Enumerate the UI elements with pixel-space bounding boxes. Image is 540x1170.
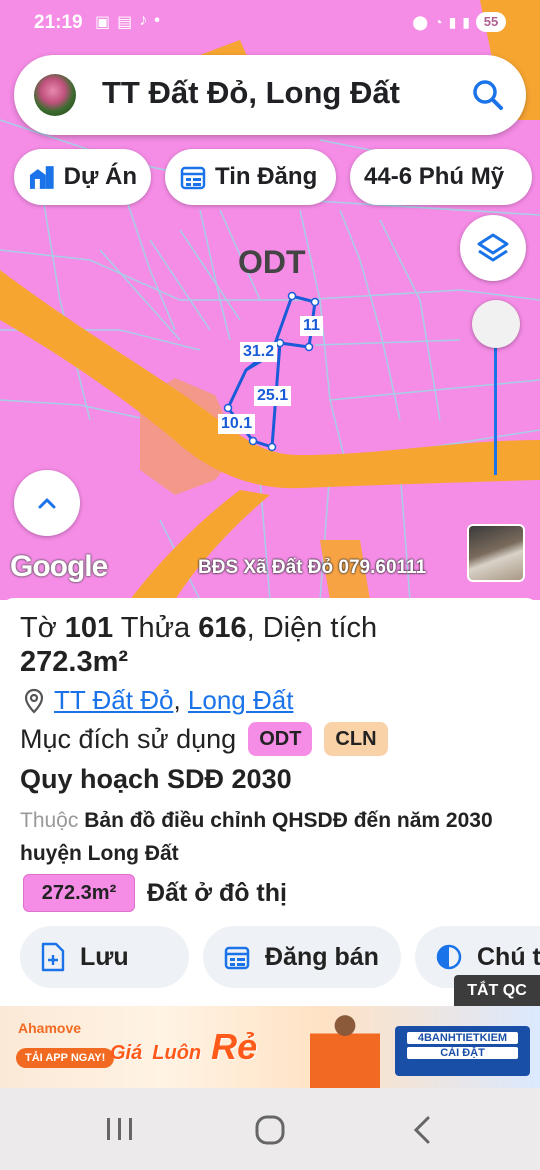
parcel-label: Thửa: [120, 612, 191, 644]
plan-legend: 272.3m² Đất ở đô thị: [23, 874, 287, 912]
plan-text: Bản đồ điều chỉnh QHSDĐ đến năm 2030 huy…: [20, 809, 493, 865]
recent-apps-icon[interactable]: [107, 1118, 132, 1140]
post-sale-button[interactable]: Đăng bán: [203, 926, 401, 988]
system-nav-bar: [0, 1088, 540, 1170]
ad-headline: Giá Luôn Rẻ: [110, 1026, 257, 1068]
plan-title: Quy hoạch SDĐ 2030: [20, 764, 292, 794]
chip-label: 44-6 Phú Mỹ: [364, 163, 505, 190]
building-icon: [29, 166, 54, 189]
sheet-label: Tờ: [20, 612, 57, 644]
edge-label: 11: [300, 316, 323, 336]
note-label: Chú t: [477, 942, 540, 971]
street-view-thumbnail[interactable]: [467, 524, 525, 582]
battery-icon: 55: [476, 12, 506, 32]
shop-icon: ▤: [117, 14, 133, 31]
layers-icon: [477, 233, 509, 262]
chip-tin-dang[interactable]: Tin Đăng: [165, 149, 336, 205]
search-query[interactable]: TT Đất Đỏ, Long Đất: [102, 75, 400, 111]
legend-label: Đất ở đô thị: [147, 878, 287, 907]
signal-icon: ▮: [448, 13, 457, 30]
status-time: 21:19: [34, 12, 83, 33]
parcel-title: Tờ 101 Thửa 616, Diện tích: [20, 610, 377, 646]
chip-label: Tin Đăng: [215, 163, 318, 190]
back-icon[interactable]: [413, 1116, 430, 1144]
ad-headline-part: Luôn: [152, 1042, 202, 1064]
ad-bank-box: 4BANHTIETKIEM CÀI ĐẶT: [395, 1026, 530, 1076]
search-button[interactable]: [468, 75, 508, 115]
location-separator: ,: [173, 685, 181, 715]
add-file-icon: [41, 942, 65, 972]
signal-icon: ▮: [462, 13, 470, 30]
location-link-town[interactable]: TT Đất Đỏ: [54, 685, 173, 716]
location-line: TT Đất Đỏ, Long Đất: [22, 685, 293, 716]
post-label: Đăng bán: [265, 942, 379, 971]
screenshot-icon: ▣: [95, 14, 111, 31]
edge-label: 25.1: [254, 386, 292, 406]
ad-brand: Ahamove: [18, 1020, 82, 1036]
save-button[interactable]: Lưu: [20, 926, 189, 988]
home-icon[interactable]: [255, 1115, 285, 1145]
status-bar: 21:19 ▣ ▤ ♪ • ⬤ ◔ ▮ ▮ 55: [0, 0, 540, 48]
layers-button[interactable]: [460, 215, 526, 281]
zoom-slider-handle[interactable]: [472, 300, 520, 348]
plan-prefix: Thuộc: [20, 809, 79, 832]
chevron-up-icon: [38, 498, 56, 509]
ad-person-image: [310, 1010, 380, 1088]
calendar-icon: [224, 946, 250, 970]
parcel-info-sheet: Tờ 101 Thửa 616, Diện tích 272.3m² TT Đấ…: [0, 598, 540, 1008]
location-pin-icon: [24, 688, 44, 714]
edge-label: 10.1: [218, 414, 256, 434]
system-icons: ⬤ ◔ ▮ ▮ 55: [412, 12, 506, 32]
edge-label: 31.2: [240, 342, 278, 362]
location-icon: ⬤: [412, 13, 429, 30]
calendar-icon: [180, 166, 206, 190]
nav-icons: [107, 1115, 430, 1145]
land-use-tag-odt[interactable]: ODT: [248, 722, 313, 756]
app-root: ODT 11 31.2 25.1 10.1 Google BĐS Xã Đất …: [0, 0, 540, 1170]
parcel-number: 616: [198, 612, 247, 644]
chip-label: Dự Án: [63, 163, 137, 190]
land-use-purpose: Mục đích sử dụng ODT CLN: [20, 722, 388, 756]
land-use-tag-cln[interactable]: CLN: [324, 722, 388, 756]
chip-address[interactable]: 44-6 Phú Mỹ: [350, 149, 532, 205]
save-label: Lưu: [80, 942, 129, 971]
notification-icons: ▣ ▤ ♪ •: [95, 12, 160, 32]
dot-icon: •: [154, 12, 160, 29]
zone-label: ODT: [238, 244, 306, 280]
wifi-icon: ◔: [434, 14, 443, 30]
contrast-icon: [436, 944, 462, 970]
sheet-number: 101: [64, 612, 114, 644]
expand-panel-button[interactable]: [14, 470, 80, 536]
ad-headline-part: Rẻ: [211, 1026, 258, 1067]
legend-swatch: 272.3m²: [23, 874, 135, 912]
map-watermark: BĐS Xã Đất Đỏ 079.60111: [198, 557, 427, 578]
ad-headline-part: Giá: [110, 1042, 143, 1064]
area-value: 272.3m²: [20, 646, 129, 678]
ad-cta-button[interactable]: TẢI APP NGAY!: [16, 1048, 115, 1068]
purpose-label: Mục đích sử dụng: [20, 723, 237, 754]
avatar[interactable]: [34, 74, 76, 116]
google-logo: Google: [10, 550, 108, 583]
tiktok-icon: ♪: [139, 12, 148, 29]
area-label: , Diện tích: [246, 612, 378, 644]
search-bar[interactable]: TT Đất Đỏ, Long Đất: [14, 55, 526, 135]
close-ad-button[interactable]: TẮT QC: [454, 975, 540, 1007]
ad-bank-name: 4BANHTIETKIEM: [407, 1032, 518, 1044]
chip-du-an[interactable]: Dự Án: [14, 149, 151, 205]
map-view[interactable]: ODT 11 31.2 25.1 10.1 Google BĐS Xã Đất …: [0, 0, 540, 600]
search-icon: [473, 80, 503, 110]
ad-banner[interactable]: Ahamove TẢI APP NGAY! Giá Luôn Rẻ 4BANHT…: [0, 1006, 540, 1088]
location-link-district[interactable]: Long Đất: [188, 685, 294, 716]
plan-description: Thuộc Bản đồ điều chỉnh QHSDĐ đến năm 20…: [20, 804, 520, 870]
ad-bank-cta: CÀI ĐẶT: [407, 1047, 518, 1059]
